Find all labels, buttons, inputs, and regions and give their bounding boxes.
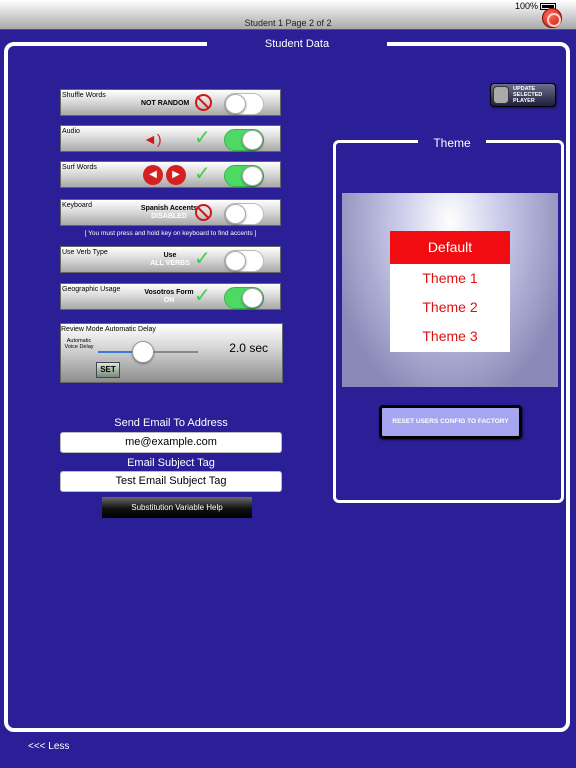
email-subject-field[interactable]: Test Email Subject Tag bbox=[60, 471, 282, 492]
audio-toggle[interactable] bbox=[224, 129, 264, 151]
player-icon bbox=[493, 86, 509, 104]
battery-percent: 100% bbox=[514, 1, 538, 11]
toggle-knob bbox=[225, 94, 246, 114]
next-arrow-icon[interactable]: ▶ bbox=[166, 165, 186, 185]
setting-value-line2: ALL VERBS bbox=[150, 260, 190, 267]
setting-row-keyboard: Keyboard Spanish Accents DISABLED bbox=[60, 199, 281, 226]
delay-value: 2.0 sec bbox=[229, 341, 268, 355]
verb-type-toggle[interactable] bbox=[224, 250, 264, 272]
setting-label: Shuffle Words bbox=[62, 92, 106, 99]
page-title: Student 1 Page 2 of 2 bbox=[244, 18, 332, 28]
main-panel-title: Student Data bbox=[207, 36, 387, 52]
setting-label: Keyboard bbox=[62, 202, 92, 209]
speaker-icon: ◄) bbox=[143, 131, 162, 147]
theme-option-default[interactable]: Default bbox=[390, 231, 510, 264]
setting-value-line1: Spanish Accents bbox=[140, 205, 198, 212]
setting-label: Surf Words bbox=[62, 164, 97, 171]
geographic-usage-toggle[interactable] bbox=[224, 287, 264, 309]
setting-row-shuffle-words: Shuffle Words NOT RANDOM bbox=[60, 89, 281, 116]
setting-value: NOT RANDOM bbox=[141, 100, 190, 107]
setting-row-surf-words: Surf Words ◀ ▶ ✓ bbox=[60, 161, 281, 188]
toggle-knob bbox=[225, 204, 246, 224]
delay-sub-label: Automatic Voice Delay bbox=[64, 338, 94, 350]
delay-label: Review Mode Automatic Delay bbox=[61, 326, 156, 333]
check-icon: ✓ bbox=[194, 127, 211, 149]
prohibited-icon bbox=[195, 94, 212, 111]
keyboard-hint: [ You must press and hold key on keyboar… bbox=[84, 230, 257, 237]
theme-title: Theme bbox=[418, 134, 486, 152]
setting-row-verb-type: Use Verb Type Use ALL VERBS ✓ bbox=[60, 246, 281, 273]
email-address-field[interactable]: me@example.com bbox=[60, 432, 282, 453]
setting-value-line1: Vosotros Form bbox=[144, 289, 194, 296]
theme-option-1[interactable]: Theme 1 bbox=[390, 264, 510, 293]
setting-value: Spanish Accents DISABLED bbox=[139, 205, 199, 221]
toggle-knob bbox=[242, 288, 263, 308]
check-icon: ✓ bbox=[194, 163, 211, 185]
previous-arrow-icon[interactable]: ◀ bbox=[143, 165, 163, 185]
update-line3: PLAYER bbox=[513, 98, 535, 104]
reset-config-button[interactable]: RESET USERS CONFIG TO FACTORY bbox=[379, 405, 522, 439]
setting-label: Audio bbox=[62, 128, 80, 135]
check-icon: ✓ bbox=[194, 285, 211, 307]
email-address-label: Send Email To Address bbox=[114, 417, 228, 429]
setting-value: Vosotros Form ON bbox=[139, 289, 199, 305]
setting-row-audio: Audio ◄) ✓ bbox=[60, 125, 281, 152]
setting-value-line1: Use bbox=[163, 252, 177, 259]
slider-knob[interactable] bbox=[132, 341, 154, 363]
surf-words-toggle[interactable] bbox=[224, 165, 264, 187]
setting-value-line2: DISABLED bbox=[151, 213, 187, 220]
theme-option-2[interactable]: Theme 2 bbox=[390, 293, 510, 322]
setting-value: Use ALL VERBS bbox=[145, 252, 195, 268]
theme-picker[interactable]: Default Theme 1 Theme 2 Theme 3 bbox=[390, 231, 510, 352]
update-selected-player-button[interactable]: UPDATE SELECTED PLAYER bbox=[490, 83, 556, 107]
update-button-label: UPDATE SELECTED PLAYER bbox=[513, 86, 557, 104]
check-icon: ✓ bbox=[194, 248, 211, 270]
prohibited-icon bbox=[195, 204, 212, 221]
review-delay-panel: Review Mode Automatic Delay Automatic Vo… bbox=[60, 323, 283, 383]
toggle-knob bbox=[242, 130, 263, 150]
close-button[interactable] bbox=[542, 8, 562, 28]
less-link[interactable]: <<< Less bbox=[28, 741, 69, 752]
top-bar: 100% Student 1 Page 2 of 2 bbox=[0, 0, 576, 30]
setting-value-line2: ON bbox=[163, 297, 175, 304]
set-button[interactable]: SET bbox=[96, 362, 120, 378]
setting-label: Geographic Usage bbox=[62, 286, 121, 293]
shuffle-words-toggle[interactable] bbox=[224, 93, 264, 115]
setting-label: Use Verb Type bbox=[62, 249, 108, 256]
substitution-help-button[interactable]: Substitution Variable Help bbox=[102, 497, 252, 518]
setting-row-geographic-usage: Geographic Usage Vosotros Form ON ✓ bbox=[60, 283, 281, 310]
keyboard-toggle[interactable] bbox=[224, 203, 264, 225]
toggle-knob bbox=[225, 251, 246, 271]
email-subject-label: Email Subject Tag bbox=[127, 457, 215, 469]
theme-option-3[interactable]: Theme 3 bbox=[390, 322, 510, 351]
toggle-knob bbox=[242, 166, 263, 186]
